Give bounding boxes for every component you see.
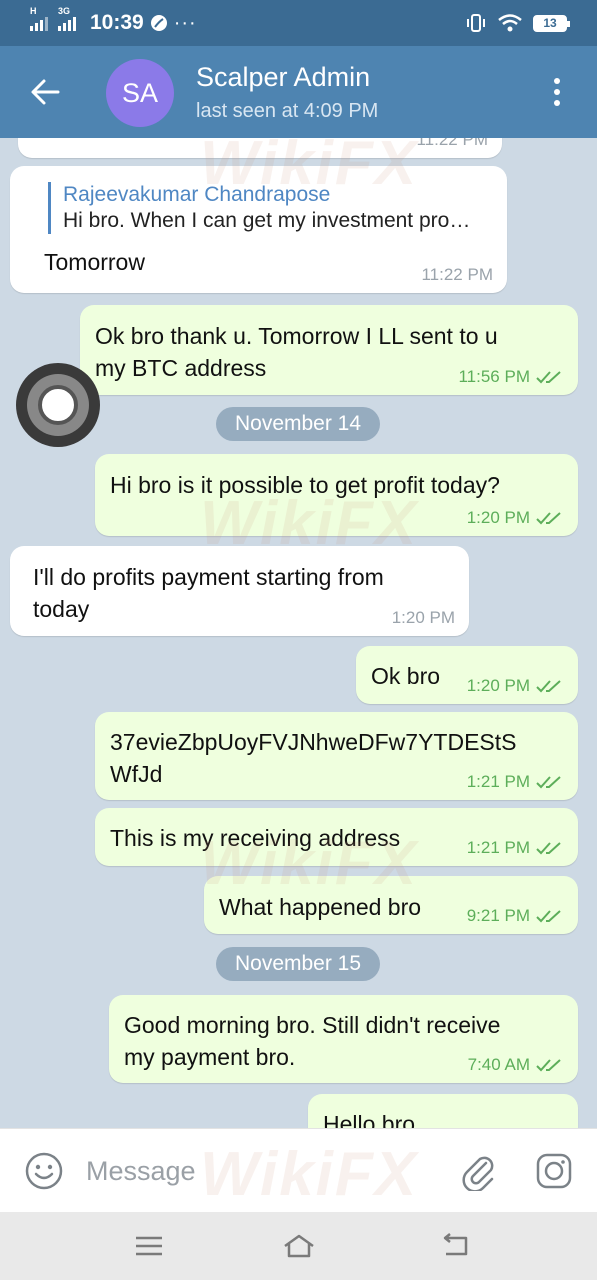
nav-home-icon[interactable]	[282, 1232, 316, 1260]
message-bubble-incoming[interactable]: Rajeevakumar Chandrapose Hi bro. When I …	[10, 166, 507, 293]
message-text: Hello bro	[323, 1111, 416, 1128]
message-bubble-outgoing[interactable]: 37evieZbpUoyFVJNhweDFw7YTDEStS WfJd 1:21…	[95, 712, 578, 800]
message-bubble-outgoing[interactable]: This is my receiving address 1:21 PM	[95, 808, 578, 866]
camera-icon[interactable]	[534, 1151, 574, 1191]
message-bubble-outgoing[interactable]: Ok bro thank u. Tomorrow I LL sent to u …	[80, 305, 578, 395]
message-time: 9:21 PM	[466, 906, 530, 925]
message-meta: 11:56 PM	[458, 367, 564, 387]
floating-assistive-button[interactable]	[16, 363, 100, 447]
message-time: 11:22 PM	[416, 138, 488, 149]
more-vert-icon[interactable]	[547, 78, 567, 108]
double-check-icon	[536, 842, 561, 855]
last-seen-status: last seen at 4:09 PM	[196, 100, 379, 122]
signal-icon: H	[30, 6, 48, 31]
status-time: 10:39	[90, 11, 144, 34]
vibrate-icon	[467, 14, 485, 32]
double-check-icon	[536, 776, 561, 789]
network-type-2: 3G	[58, 6, 71, 16]
message-time: 11:22 PM	[421, 265, 493, 284]
chat-title[interactable]: Scalper Admin	[196, 62, 370, 93]
message-time: 1:20 PM	[466, 508, 530, 527]
date-separator: November 15	[216, 947, 380, 981]
double-check-icon	[536, 371, 561, 384]
message-meta: 1:20 PM	[392, 608, 455, 628]
reply-preview-text: Hi bro. When I can get my investment pro…	[63, 209, 471, 232]
message-meta: 9:21 PM	[467, 906, 564, 926]
message-time: 1:20 PM	[391, 608, 455, 627]
chat-header: SA Scalper Admin last seen at 4:09 PM	[0, 46, 597, 138]
message-bubble-incoming[interactable]: Same as basic 11:22 PM	[18, 138, 502, 158]
message-meta: 1:21 PM	[467, 772, 564, 792]
message-time: 1:21 PM	[466, 838, 530, 857]
avatar[interactable]: SA	[106, 59, 174, 127]
message-bubble-outgoing[interactable]: Hi bro is it possible to get profit toda…	[95, 454, 578, 536]
back-arrow-icon[interactable]	[30, 78, 60, 106]
message-bubble-outgoing[interactable]: Good morning bro. Still didn't receive m…	[109, 995, 578, 1083]
double-check-icon	[536, 1059, 561, 1072]
double-check-icon	[536, 910, 561, 923]
double-check-icon	[536, 680, 561, 693]
message-time: 1:20 PM	[466, 676, 530, 695]
reply-quote[interactable]: Rajeevakumar Chandrapose Hi bro. When I …	[48, 182, 491, 234]
message-meta: 1:20 PM	[467, 676, 564, 696]
message-list[interactable]: Same as basic 11:22 PM Rajeevakumar Chan…	[0, 138, 597, 1128]
date-separator: November 14	[216, 407, 380, 441]
message-bubble-incoming[interactable]: I'll do profits payment starting from to…	[10, 546, 469, 636]
message-time: 1:21 PM	[466, 772, 530, 791]
more-notifications-icon: ···	[173, 11, 197, 34]
reply-sender-name: Rajeevakumar Chandrapose	[63, 183, 331, 206]
emoji-icon[interactable]	[24, 1151, 64, 1191]
nav-back-icon[interactable]	[438, 1232, 472, 1260]
message-text: Hi bro is it possible to get profit toda…	[110, 472, 500, 498]
notification-leaf-icon	[150, 15, 167, 31]
message-text: I'll do profits payment starting from to…	[33, 564, 384, 622]
message-input[interactable]	[86, 1151, 426, 1191]
message-meta: 1:20 PM	[467, 508, 564, 528]
message-time: 7:40 AM	[467, 1055, 530, 1074]
message-meta: 11:22 PM	[416, 138, 488, 150]
message-bubble-outgoing[interactable]: Ok bro 1:20 PM	[356, 646, 578, 704]
status-bar: H 3G 10:39 ··· 13	[0, 0, 597, 46]
message-meta: 7:40 AM	[468, 1055, 564, 1075]
message-composer: WikiFX	[0, 1128, 597, 1212]
message-bubble-outgoing[interactable]: Hello bro	[308, 1094, 578, 1128]
double-check-icon	[536, 512, 561, 525]
paperclip-icon[interactable]	[458, 1151, 498, 1191]
battery-icon: 13	[533, 14, 570, 32]
signal-icon: 3G	[58, 6, 76, 31]
system-navigation-bar	[0, 1212, 597, 1280]
message-time: 11:56 PM	[458, 367, 530, 386]
message-meta: 1:21 PM	[467, 838, 564, 858]
wifi-icon	[498, 14, 522, 32]
message-meta: 11:22 PM	[421, 265, 493, 285]
nav-menu-icon[interactable]	[132, 1232, 166, 1260]
message-bubble-outgoing[interactable]: What happened bro 9:21 PM	[204, 876, 578, 934]
network-type-1: H	[30, 6, 37, 16]
